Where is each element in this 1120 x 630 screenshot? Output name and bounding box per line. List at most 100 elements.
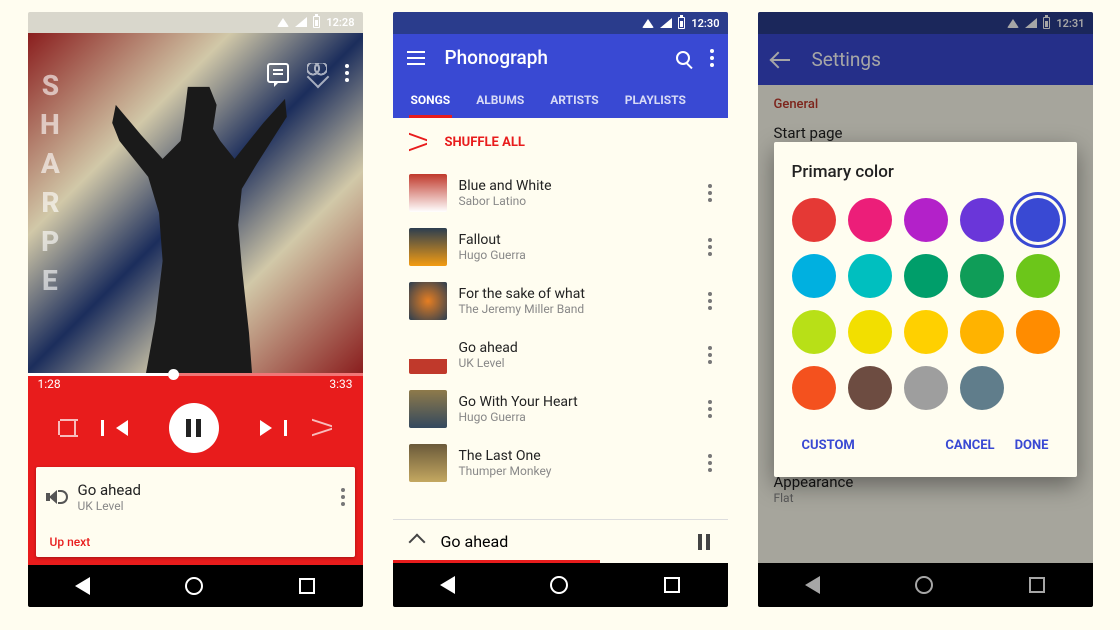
volume-icon <box>46 488 64 506</box>
nav-recents-icon[interactable] <box>299 578 315 594</box>
color-swatch[interactable] <box>960 310 1004 354</box>
album-thumb <box>409 444 447 482</box>
color-swatch[interactable] <box>792 198 836 242</box>
list-item[interactable]: For the sake of whatThe Jeremy Miller Ba… <box>393 274 728 328</box>
overflow-icon[interactable] <box>710 49 714 67</box>
color-swatch[interactable] <box>792 366 836 410</box>
wifi-icon <box>277 18 289 27</box>
color-swatch[interactable] <box>1016 198 1060 242</box>
album-thumb <box>409 336 447 374</box>
tab-playlists[interactable]: PLAYLISTS <box>623 85 688 118</box>
status-bar: 12:30 <box>393 12 728 34</box>
now-playing-row[interactable]: Go ahead UK Level <box>36 467 355 527</box>
tab-songs[interactable]: SONGS <box>409 85 453 118</box>
time-elapsed: 1:28 <box>38 377 61 391</box>
menu-icon[interactable] <box>407 51 425 65</box>
color-swatch[interactable] <box>848 366 892 410</box>
song-title: Go With Your Heart <box>459 394 696 410</box>
song-overflow-icon[interactable] <box>341 488 345 506</box>
seek-bar[interactable]: 1:28 3:33 <box>28 373 363 399</box>
nav-back-icon[interactable] <box>440 576 455 594</box>
cancel-button[interactable]: CANCEL <box>935 430 1004 461</box>
list-item[interactable]: Blue and WhiteSabor Latino <box>393 166 728 220</box>
app-bar: Phonograph SONGS ALBUMS ARTISTS PLAYLIST… <box>393 34 728 118</box>
color-swatch[interactable] <box>848 198 892 242</box>
battery-icon <box>678 17 685 29</box>
song-artist: Sabor Latino <box>459 194 696 208</box>
color-swatch[interactable] <box>960 366 1004 410</box>
color-swatch[interactable] <box>792 254 836 298</box>
album-thumb <box>409 282 447 320</box>
album-art-text: SHARPE <box>34 69 67 303</box>
play-pause-button[interactable] <box>169 403 219 453</box>
mini-player-title: Go ahead <box>441 532 509 551</box>
repeat-icon[interactable] <box>58 421 76 435</box>
song-title: Fallout <box>459 232 696 248</box>
color-swatch[interactable] <box>848 254 892 298</box>
song-overflow-icon[interactable] <box>708 292 712 310</box>
color-swatch[interactable] <box>960 198 1004 242</box>
color-swatch[interactable] <box>960 254 1004 298</box>
album-silhouette <box>109 81 289 374</box>
up-next-label[interactable]: Up next <box>36 527 355 557</box>
color-swatch[interactable] <box>792 310 836 354</box>
now-playing-artist: UK Level <box>78 499 327 513</box>
tab-artists[interactable]: ARTISTS <box>548 85 600 118</box>
song-artist: Thumper Monkey <box>459 464 696 478</box>
next-icon[interactable] <box>260 420 272 436</box>
color-swatch[interactable] <box>1016 254 1060 298</box>
nav-back-icon[interactable] <box>75 577 90 595</box>
album-thumb <box>409 390 447 428</box>
song-title: Blue and White <box>459 178 696 194</box>
song-overflow-icon[interactable] <box>708 346 712 364</box>
status-clock: 12:28 <box>326 16 354 29</box>
list-item[interactable]: The Last OneThumper Monkey <box>393 436 728 490</box>
pause-icon <box>186 419 201 437</box>
nav-home-icon[interactable] <box>185 577 203 595</box>
color-swatch[interactable] <box>904 366 948 410</box>
favorite-icon[interactable] <box>307 63 327 81</box>
list-item[interactable]: Go With Your HeartHugo Guerra <box>393 382 728 436</box>
tab-albums[interactable]: ALBUMS <box>474 85 526 118</box>
list-item[interactable]: FalloutHugo Guerra <box>393 220 728 274</box>
chevron-up-icon[interactable] <box>408 533 425 550</box>
lyrics-icon[interactable] <box>267 63 289 83</box>
album-art[interactable]: SHARPE <box>28 33 363 374</box>
search-icon[interactable] <box>676 51 690 65</box>
mini-player[interactable]: Go ahead <box>393 519 728 563</box>
overflow-icon[interactable] <box>345 63 349 83</box>
now-playing-card: Go ahead UK Level Up next <box>36 467 355 557</box>
phone-now-playing: 12:28 SHARPE 1:28 3:33 Go ahe <box>28 12 363 607</box>
phone-settings: 12:31 Settings General Start page Now pl… <box>758 12 1093 607</box>
previous-icon[interactable] <box>116 420 128 436</box>
list-item[interactable]: Go aheadUK Level <box>393 328 728 382</box>
color-swatch[interactable] <box>1016 310 1060 354</box>
done-button[interactable]: DONE <box>1005 430 1059 461</box>
song-overflow-icon[interactable] <box>708 454 712 472</box>
dialog-title: Primary color <box>792 162 1059 182</box>
status-bar: 12:28 <box>28 12 363 33</box>
color-swatch[interactable] <box>848 310 892 354</box>
song-overflow-icon[interactable] <box>708 400 712 418</box>
album-thumb <box>409 174 447 212</box>
song-title: Go ahead <box>459 340 696 356</box>
color-swatch[interactable] <box>904 254 948 298</box>
song-overflow-icon[interactable] <box>708 238 712 256</box>
android-nav-bar <box>393 563 728 607</box>
song-overflow-icon[interactable] <box>708 184 712 202</box>
shuffle-all-button[interactable]: SHUFFLE ALL <box>393 118 728 166</box>
color-swatch[interactable] <box>904 198 948 242</box>
signal-icon <box>660 18 672 28</box>
color-swatch[interactable] <box>904 310 948 354</box>
custom-button[interactable]: CUSTOM <box>792 430 865 461</box>
time-total: 3:33 <box>329 377 352 391</box>
mini-pause-icon[interactable] <box>698 534 710 550</box>
android-nav-bar <box>28 565 363 607</box>
song-artist: UK Level <box>459 356 696 370</box>
shuffle-icon[interactable] <box>312 419 332 437</box>
shuffle-icon <box>409 134 427 150</box>
nav-recents-icon[interactable] <box>664 577 680 593</box>
app-title: Phonograph <box>445 46 656 69</box>
seek-thumb[interactable] <box>168 369 179 380</box>
nav-home-icon[interactable] <box>550 576 568 594</box>
